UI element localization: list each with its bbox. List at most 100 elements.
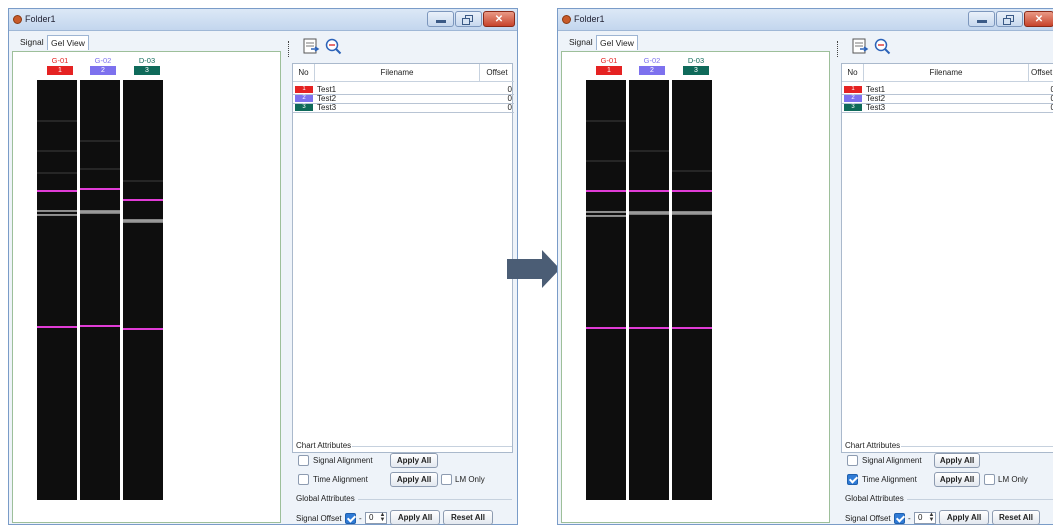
restore-button[interactable] xyxy=(996,11,1023,27)
reset-all-button[interactable]: Reset All xyxy=(992,510,1040,525)
signal-offset-label: Signal Offset xyxy=(296,514,342,523)
signal-alignment-apply-all-button[interactable]: Apply All xyxy=(390,453,438,468)
window-title: Folder1 xyxy=(25,14,56,24)
global-apply-all-button[interactable]: Apply All xyxy=(939,510,989,525)
marker-band xyxy=(123,199,163,201)
offset-stepper[interactable]: 0 ▲ ▼ xyxy=(914,512,936,524)
gel-view-panel: G-01 1 G-02 2 D-03 3 xyxy=(561,51,830,523)
signal-alignment-checkbox[interactable] xyxy=(847,455,858,466)
minimize-button[interactable] xyxy=(427,11,454,27)
title-bar[interactable]: Folder1 ✕ xyxy=(9,9,517,31)
offset-stepper[interactable]: 0 ▲ ▼ xyxy=(365,512,387,524)
marker-band xyxy=(629,190,669,192)
splitter-handle[interactable] xyxy=(837,41,839,57)
marker-band xyxy=(672,327,712,329)
right-arrow-icon xyxy=(507,259,543,279)
lane-number-badge: 1 xyxy=(596,66,622,75)
file-panel: No Filename Offset 1 Test1 0 2 Test2 0 3… xyxy=(837,31,1053,525)
signal-alignment-checkbox[interactable] xyxy=(298,455,309,466)
lane-label: D-03 xyxy=(138,56,156,65)
sample-band xyxy=(123,219,163,223)
time-alignment-label: Time Alignment xyxy=(862,475,917,484)
lane-label: G-01 xyxy=(600,56,618,65)
close-button[interactable]: ✕ xyxy=(483,11,515,27)
gel-lane-2[interactable] xyxy=(629,80,669,500)
time-alignment-apply-all-button[interactable]: Apply All xyxy=(390,472,438,487)
tab-gel-view[interactable]: Gel View xyxy=(47,35,89,50)
zoom-reset-icon[interactable] xyxy=(324,37,342,55)
column-header-filename[interactable]: Filename xyxy=(315,64,480,82)
column-header-offset[interactable]: Offset xyxy=(1029,64,1053,82)
column-header-filename[interactable]: Filename xyxy=(864,64,1029,82)
offset-value: 0 xyxy=(918,513,923,522)
column-header-no[interactable]: No xyxy=(842,64,864,82)
restore-button[interactable] xyxy=(455,11,482,27)
close-button[interactable]: ✕ xyxy=(1024,11,1053,27)
lane-number-badge: 2 xyxy=(639,66,665,75)
signal-alignment-label: Signal Alignment xyxy=(313,456,373,465)
sample-band xyxy=(37,214,77,216)
offset-dash: - xyxy=(359,514,362,523)
minimize-button[interactable] xyxy=(968,11,995,27)
export-icon[interactable] xyxy=(302,37,320,55)
table-row[interactable]: 1 Test1 0 xyxy=(293,86,514,94)
sample-band xyxy=(586,211,626,213)
tab-gel-view[interactable]: Gel View xyxy=(596,35,638,50)
table-row[interactable]: 2 Test2 0 xyxy=(293,95,514,103)
signal-offset-checkbox[interactable] xyxy=(894,513,905,524)
marker-band xyxy=(672,190,712,192)
marker-band xyxy=(80,325,120,327)
file-table: No Filename Offset 1 Test1 0 2 Test2 0 3… xyxy=(292,63,514,453)
gel-lane-3[interactable] xyxy=(123,80,163,500)
marker-band xyxy=(80,188,120,190)
chart-attributes-title: Chart Attributes xyxy=(845,441,901,450)
time-alignment-checkbox[interactable] xyxy=(847,474,858,485)
lane-label: G-02 xyxy=(643,56,661,65)
marker-band xyxy=(37,326,77,328)
title-bar[interactable]: Folder1 ✕ xyxy=(558,9,1053,31)
lm-only-label: LM Only xyxy=(998,475,1028,484)
tab-signal[interactable]: Signal xyxy=(566,35,596,50)
app-icon xyxy=(562,15,571,24)
splitter-handle[interactable] xyxy=(288,41,290,57)
table-row[interactable]: 2 Test2 0 xyxy=(842,95,1053,103)
gel-lane-1[interactable] xyxy=(586,80,626,500)
table-row[interactable]: 3 Test3 0 xyxy=(293,104,514,112)
export-icon[interactable] xyxy=(851,37,869,55)
sample-band xyxy=(672,211,712,215)
folder-window-before: Folder1 ✕ Signal Gel View G-01 1 G-02 2 … xyxy=(8,8,518,525)
folder-window-after: Folder1 ✕ Signal Gel View G-01 1 G-02 2 … xyxy=(557,8,1053,525)
time-alignment-label: Time Alignment xyxy=(313,475,368,484)
lane-number-badge: 3 xyxy=(683,66,709,75)
global-apply-all-button[interactable]: Apply All xyxy=(390,510,440,525)
sample-band xyxy=(80,210,120,214)
column-header-offset[interactable]: Offset xyxy=(480,64,514,82)
time-alignment-apply-all-button[interactable]: Apply All xyxy=(934,472,980,487)
gel-lane-3[interactable] xyxy=(672,80,712,500)
column-header-no[interactable]: No xyxy=(293,64,315,82)
reset-all-button[interactable]: Reset All xyxy=(443,510,493,525)
zoom-reset-icon[interactable] xyxy=(873,37,891,55)
signal-alignment-apply-all-button[interactable]: Apply All xyxy=(934,453,980,468)
offset-dash: - xyxy=(908,514,911,523)
global-attributes-title: Global Attributes xyxy=(845,494,904,503)
gel-lane-2[interactable] xyxy=(80,80,120,500)
sample-band xyxy=(629,211,669,215)
lane-number-badge: 1 xyxy=(47,66,73,75)
time-alignment-checkbox[interactable] xyxy=(298,474,309,485)
stepper-arrows-icon[interactable]: ▲ ▼ xyxy=(928,512,935,523)
file-table: No Filename Offset 1 Test1 0 2 Test2 0 3… xyxy=(841,63,1053,453)
global-attributes-title: Global Attributes xyxy=(296,494,355,503)
gel-lane-1[interactable] xyxy=(37,80,77,500)
sample-band xyxy=(37,210,77,212)
signal-offset-checkbox[interactable] xyxy=(345,513,356,524)
tab-signal[interactable]: Signal xyxy=(17,35,47,50)
stepper-arrows-icon[interactable]: ▲ ▼ xyxy=(379,512,386,523)
signal-offset-label: Signal Offset xyxy=(845,514,891,523)
lm-only-checkbox[interactable] xyxy=(441,474,452,485)
table-row[interactable]: 3 Test3 0 xyxy=(842,104,1053,112)
marker-band xyxy=(586,190,626,192)
table-row[interactable]: 1 Test1 0 xyxy=(842,86,1053,94)
lm-only-checkbox[interactable] xyxy=(984,474,995,485)
marker-band xyxy=(586,327,626,329)
